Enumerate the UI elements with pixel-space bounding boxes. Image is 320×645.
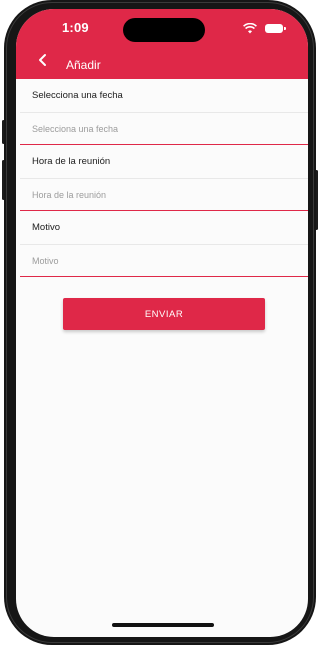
chevron-left-icon[interactable] [36,53,50,67]
home-indicator [112,623,214,627]
battery-icon [265,24,286,33]
page-title: Añadir [66,58,101,72]
time-label: Hora de la reunión [20,145,308,179]
phone-frame: 1:09 Añadir Selecciona una fecha Selecci… [4,0,316,645]
app-bar: 1:09 Añadir [16,9,308,79]
screen: 1:09 Añadir Selecciona una fecha Selecci… [16,9,308,637]
time-field[interactable]: Hora de la reunión [20,179,308,211]
reason-label: Motivo [20,211,308,245]
dynamic-island [123,18,205,42]
status-time: 1:09 [62,20,89,35]
meeting-form: Selecciona una fecha Selecciona una fech… [20,79,308,277]
date-field[interactable]: Selecciona una fecha [20,113,308,145]
date-label: Selecciona una fecha [20,79,308,113]
submit-button[interactable]: ENVIAR [63,298,265,330]
reason-field[interactable]: Motivo [20,245,308,277]
wifi-icon [243,23,257,34]
